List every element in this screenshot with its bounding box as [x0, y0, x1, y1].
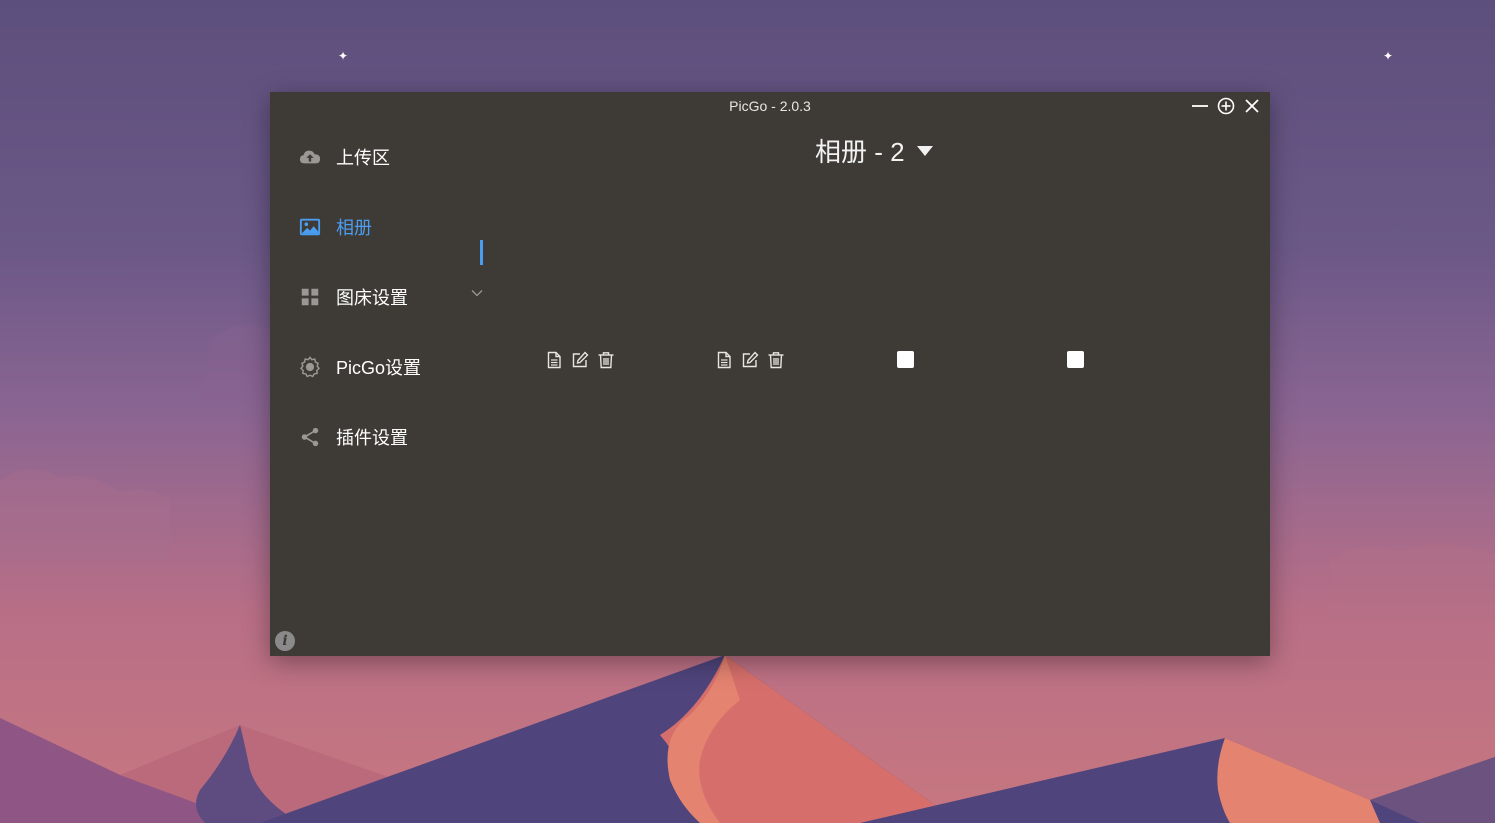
- sidebar-item-gallery[interactable]: 相册: [298, 212, 488, 242]
- sidebar-item-upload[interactable]: 上传区: [298, 142, 488, 172]
- sidebar-item-label: 图床设置: [336, 288, 408, 308]
- maximize-button[interactable]: [1216, 96, 1236, 116]
- sidebar-item-plugin-settings[interactable]: 插件设置: [298, 422, 488, 452]
- chevron-down-icon: [471, 290, 483, 297]
- delete-button[interactable]: [765, 349, 787, 371]
- grid-icon: [298, 285, 322, 309]
- sidebar-item-picbed-settings[interactable]: 图床设置: [298, 282, 488, 312]
- close-button[interactable]: [1242, 96, 1262, 116]
- image-card: [713, 349, 791, 371]
- copy-link-button[interactable]: [713, 349, 735, 371]
- gear-icon: [298, 355, 322, 379]
- trash-icon: [768, 352, 784, 369]
- window-title: PicGo - 2.0.3: [729, 98, 811, 114]
- file-copy-icon: [547, 351, 561, 369]
- copy-link-button[interactable]: [543, 349, 565, 371]
- picgo-window: PicGo - 2.0.3 上传区 相册 图床设置 PicGo设置 插件设置 i…: [270, 92, 1270, 656]
- star-sparkle: ✦: [337, 49, 349, 63]
- close-icon: [1245, 99, 1259, 113]
- active-indicator: [480, 240, 483, 265]
- star-sparkle: ✦: [1382, 49, 1394, 63]
- gallery-main: 相册 - 2: [490, 120, 1270, 656]
- info-icon[interactable]: i: [275, 631, 295, 651]
- select-checkbox[interactable]: [1067, 351, 1084, 368]
- page-title: 相册 - 2: [815, 137, 905, 167]
- window-controls: [1190, 96, 1262, 116]
- caret-down-icon: [916, 145, 933, 156]
- titlebar[interactable]: PicGo - 2.0.3: [270, 92, 1270, 120]
- image-icon: [298, 215, 322, 239]
- image-card: [543, 349, 621, 371]
- sidebar-item-label: 插件设置: [336, 428, 408, 448]
- plus-circle-icon: [1217, 97, 1235, 115]
- album-title-dropdown[interactable]: 相册 - 2: [815, 132, 933, 169]
- edit-icon: [572, 351, 589, 368]
- sidebar-item-picgo-settings[interactable]: PicGo设置: [298, 352, 488, 382]
- sidebar-item-label: 上传区: [336, 148, 390, 168]
- edit-icon: [742, 351, 759, 368]
- sidebar-item-label: 相册: [336, 218, 372, 238]
- trash-icon: [598, 352, 614, 369]
- cloud-upload-icon: [298, 145, 322, 169]
- file-copy-icon: [717, 351, 731, 369]
- minimize-button[interactable]: [1190, 96, 1210, 116]
- minimize-icon: [1192, 105, 1208, 107]
- sidebar-item-label: PicGo设置: [336, 358, 422, 378]
- select-checkbox[interactable]: [897, 351, 914, 368]
- edit-button[interactable]: [739, 349, 761, 371]
- edit-button[interactable]: [569, 349, 591, 371]
- sidebar: 上传区 相册 图床设置 PicGo设置 插件设置 i: [270, 120, 490, 656]
- share-icon: [298, 425, 322, 449]
- delete-button[interactable]: [595, 349, 617, 371]
